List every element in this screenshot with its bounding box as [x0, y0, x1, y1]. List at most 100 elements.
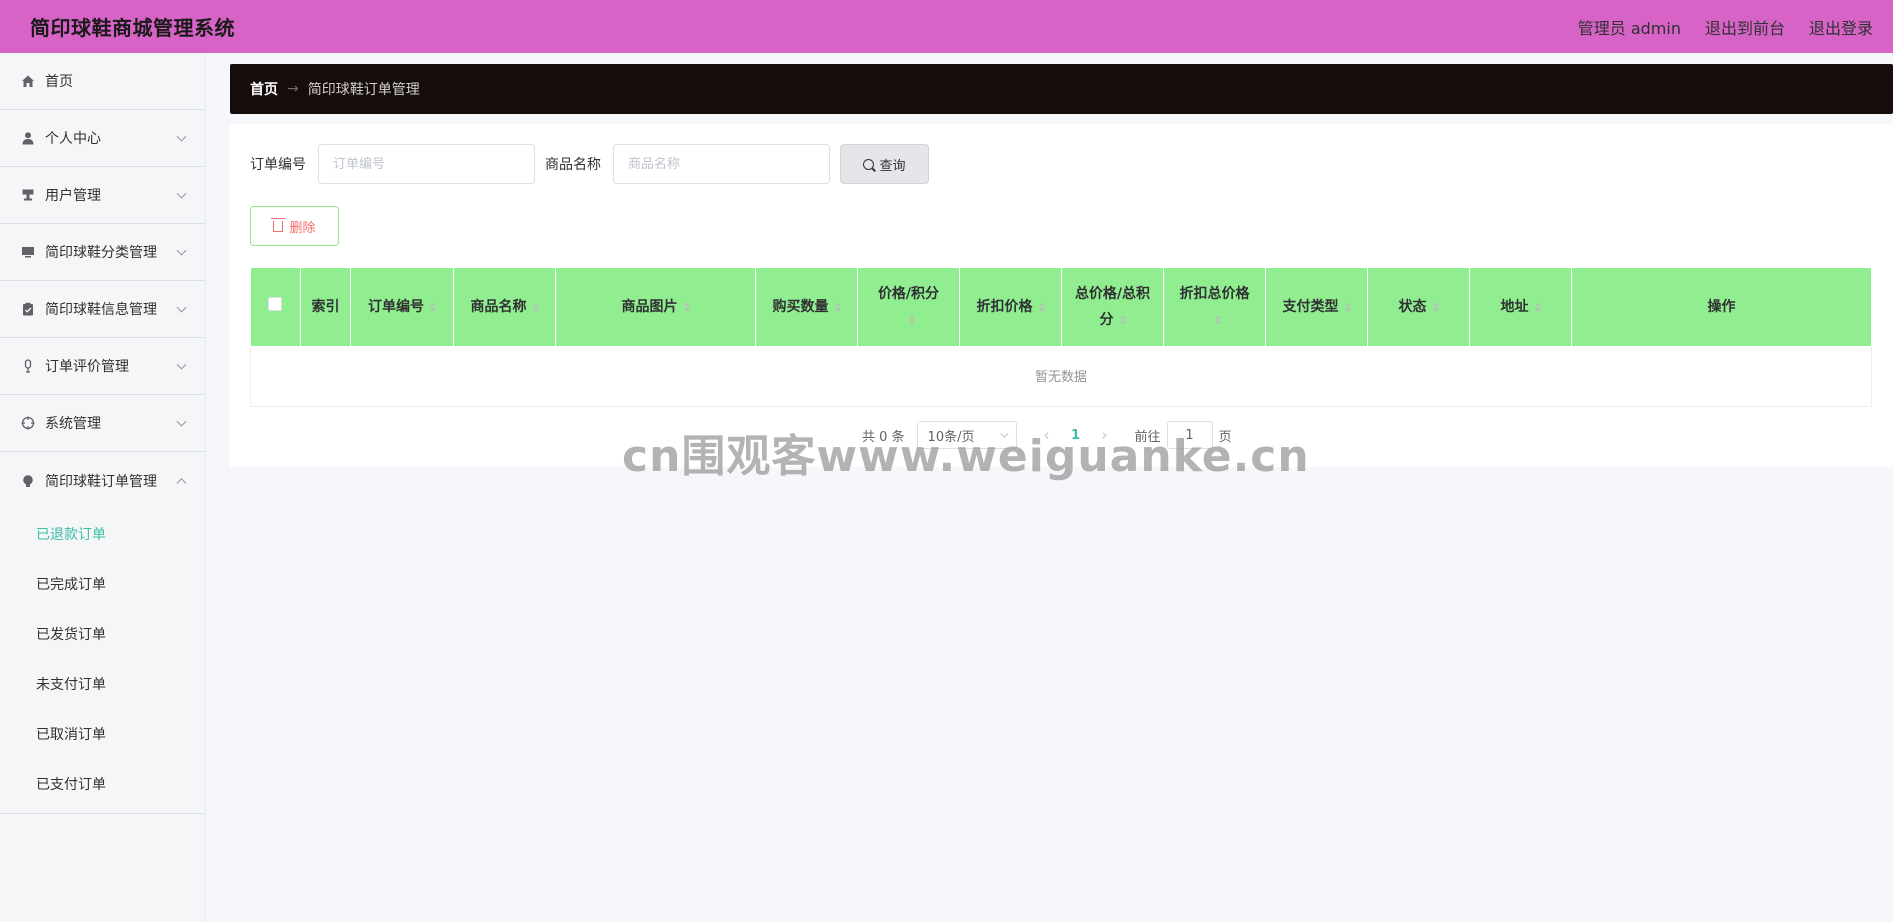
sidebar: 首页 个人中心 用户管理 简印球鞋分类管理 简印球鞋信息管理 订单评价管理 系统… [0, 53, 206, 922]
sort-icon[interactable] [908, 315, 915, 325]
select-all-checkbox[interactable] [268, 297, 283, 311]
empty-text: 暂无数据 [250, 346, 1872, 407]
column-header[interactable]: 商品图片 [555, 268, 756, 346]
top-header: 简印球鞋商城管理系统 管理员 admin 退出到前台 退出登录 [0, 0, 1893, 53]
query-button-label: 查询 [879, 158, 906, 174]
sidebar-item-label: 用户管理 [45, 188, 101, 204]
page-size-value: 10条/页 [927, 429, 975, 445]
chevron-down-icon [176, 245, 187, 256]
sort-icon[interactable] [1534, 302, 1541, 312]
column-header: 操作 [1571, 268, 1872, 346]
mic-icon [20, 358, 36, 374]
breadcrumb-current: 简印球鞋订单管理 [307, 82, 420, 98]
order-number-label: 订单编号 [250, 157, 306, 173]
goto-page-input[interactable] [1166, 421, 1213, 449]
sidebar-item-reviews[interactable]: 订单评价管理 [0, 338, 205, 395]
delete-button[interactable]: 删除 [250, 206, 339, 246]
goto-label: 前往 [1134, 429, 1161, 445]
sidebar-item-category[interactable]: 简印球鞋分类管理 [0, 224, 205, 281]
breadcrumb-home[interactable]: 首页 [250, 79, 278, 99]
submenu-item-cancelled[interactable]: 已取消订单 [0, 709, 205, 759]
page-suffix: 页 [1218, 429, 1232, 445]
admin-label: 管理员 admin [1577, 18, 1681, 38]
page-number[interactable]: 1 [1061, 428, 1091, 443]
content-panel: 订单编号 商品名称 查询 删除 索引 订单编号 商品名称 商品图片 购买数量 价… [230, 124, 1893, 467]
sidebar-item-home[interactable]: 首页 [0, 53, 205, 110]
column-header[interactable]: 状态 [1367, 268, 1470, 346]
orders-table: 索引 订单编号 商品名称 商品图片 购买数量 价格/积分 折扣价格 总价格/总积… [250, 268, 1872, 407]
page-size-select[interactable]: 10条/页 [916, 421, 1017, 449]
sort-icon[interactable] [1344, 302, 1351, 312]
sort-icon[interactable] [1432, 302, 1439, 312]
search-form: 订单编号 商品名称 查询 [250, 144, 929, 184]
prev-page-icon[interactable]: ‹ [1033, 426, 1061, 444]
search-icon [863, 158, 875, 170]
sort-icon[interactable] [834, 302, 841, 312]
chevron-down-icon [176, 302, 187, 313]
column-header[interactable]: 价格/积分 [857, 268, 960, 346]
submenu-item-unpaid[interactable]: 未支付订单 [0, 659, 205, 709]
column-header[interactable]: 地址 [1469, 268, 1572, 346]
chevron-down-icon [176, 359, 187, 370]
select-all-cell [250, 268, 301, 346]
chevron-down-icon [176, 416, 187, 427]
sidebar-item-label: 订单评价管理 [45, 359, 129, 375]
submenu-item-completed[interactable]: 已完成订单 [0, 559, 205, 609]
sidebar-item-orders[interactable]: 简印球鞋订单管理 [0, 452, 205, 509]
orders-submenu: 已退款订单 已完成订单 已发货订单 未支付订单 已取消订单 已支付订单 [0, 509, 205, 814]
pagination-total: 共 0 条 [862, 429, 905, 445]
sort-icon[interactable] [683, 302, 690, 312]
submenu-item-paid[interactable]: 已支付订单 [0, 759, 205, 809]
chevron-down-icon [176, 131, 187, 142]
monitor-icon [20, 244, 36, 260]
product-name-input[interactable] [613, 144, 830, 184]
sort-icon[interactable] [1038, 302, 1045, 312]
column-header: 索引 [300, 268, 351, 346]
pagination: 共 0 条 10条/页 ‹ 1 › 前往 页 [862, 421, 1232, 449]
column-header[interactable]: 总价格/总积分 [1061, 268, 1164, 346]
next-page-icon[interactable]: › [1091, 426, 1119, 444]
product-name-label: 商品名称 [545, 157, 601, 173]
trash-icon [271, 217, 286, 232]
column-header[interactable]: 购买数量 [755, 268, 858, 346]
delete-button-label: 删除 [289, 220, 316, 236]
sidebar-item-users[interactable]: 用户管理 [0, 167, 205, 224]
sidebar-item-label: 简印球鞋订单管理 [45, 473, 157, 490]
home-icon [20, 73, 36, 89]
table-empty-row: 暂无数据 [250, 346, 1872, 407]
sidebar-item-label: 简印球鞋信息管理 [45, 302, 157, 318]
sidebar-item-personal[interactable]: 个人中心 [0, 110, 205, 167]
sort-icon[interactable] [430, 302, 436, 312]
query-button[interactable]: 查询 [840, 144, 929, 184]
chevron-down-icon [999, 429, 1009, 438]
header-actions: 管理员 admin 退出到前台 退出登录 [1578, 15, 1873, 39]
target-icon [20, 415, 36, 431]
app-title: 简印球鞋商城管理系统 [30, 16, 235, 40]
submenu-item-shipped[interactable]: 已发货订单 [0, 609, 205, 659]
exit-to-front-link[interactable]: 退出到前台 [1705, 15, 1785, 39]
column-header[interactable]: 支付类型 [1265, 268, 1368, 346]
order-number-input[interactable] [318, 144, 535, 184]
sidebar-item-product-info[interactable]: 简印球鞋信息管理 [0, 281, 205, 338]
sidebar-item-label: 首页 [45, 74, 73, 90]
column-header[interactable]: 折扣总价格 [1163, 268, 1266, 346]
bulb-icon [20, 473, 36, 489]
user-icon [20, 130, 36, 146]
stamp-icon [20, 187, 36, 203]
sort-icon[interactable] [1119, 315, 1126, 325]
column-header[interactable]: 订单编号 [350, 268, 454, 346]
chevron-down-icon [176, 188, 187, 199]
breadcrumb: 首页 → 简印球鞋订单管理 [230, 64, 1893, 114]
sort-icon[interactable] [1214, 315, 1221, 325]
sidebar-item-label: 系统管理 [45, 416, 101, 432]
chevron-up-icon [176, 477, 187, 488]
submenu-item-refunded[interactable]: 已退款订单 [0, 509, 205, 559]
sort-icon[interactable] [532, 302, 539, 312]
table-header-row: 索引 订单编号 商品名称 商品图片 购买数量 价格/积分 折扣价格 总价格/总积… [250, 268, 1872, 346]
sidebar-item-label: 个人中心 [45, 131, 101, 147]
sidebar-item-system[interactable]: 系统管理 [0, 395, 205, 452]
column-header[interactable]: 商品名称 [453, 268, 556, 346]
column-header[interactable]: 折扣价格 [959, 268, 1062, 346]
logout-link[interactable]: 退出登录 [1809, 15, 1873, 39]
breadcrumb-separator: → [287, 81, 299, 97]
